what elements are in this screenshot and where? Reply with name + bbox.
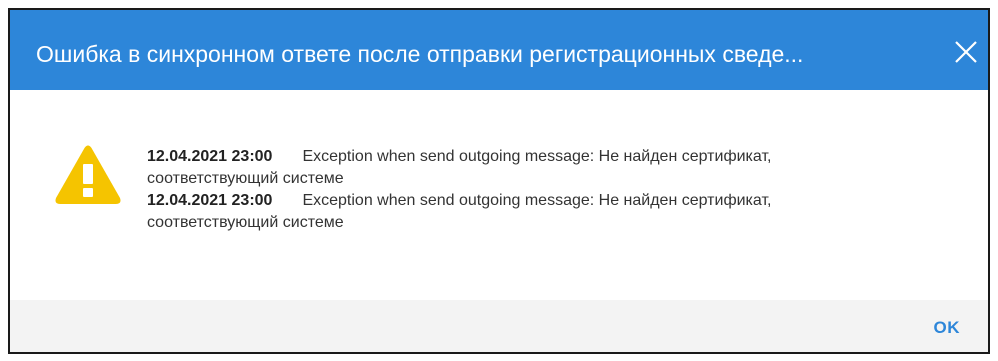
dialog-title: Ошибка в синхронном ответе после отправк…	[36, 41, 804, 67]
error-dialog: Ошибка в синхронном ответе после отправк…	[8, 8, 990, 354]
message-list: 12.04.2021 23:00 Exception when send outg…	[147, 146, 867, 234]
message-entry: 12.04.2021 23:00 Exception when send outg…	[147, 190, 867, 234]
warning-triangle-icon	[55, 145, 121, 204]
dialog-footer: OK	[10, 300, 988, 352]
message-date: 12.04.2021 23:00	[147, 148, 273, 165]
close-button[interactable]	[950, 36, 982, 68]
message-date: 12.04.2021 23:00	[147, 192, 273, 209]
ok-button[interactable]: OK	[934, 318, 961, 338]
dialog-body: 12.04.2021 23:00 Exception when send outg…	[10, 90, 988, 304]
dialog-titlebar: Ошибка в синхронном ответе после отправк…	[10, 10, 988, 90]
close-icon	[955, 41, 977, 63]
message-entry: 12.04.2021 23:00 Exception when send outg…	[147, 146, 867, 190]
